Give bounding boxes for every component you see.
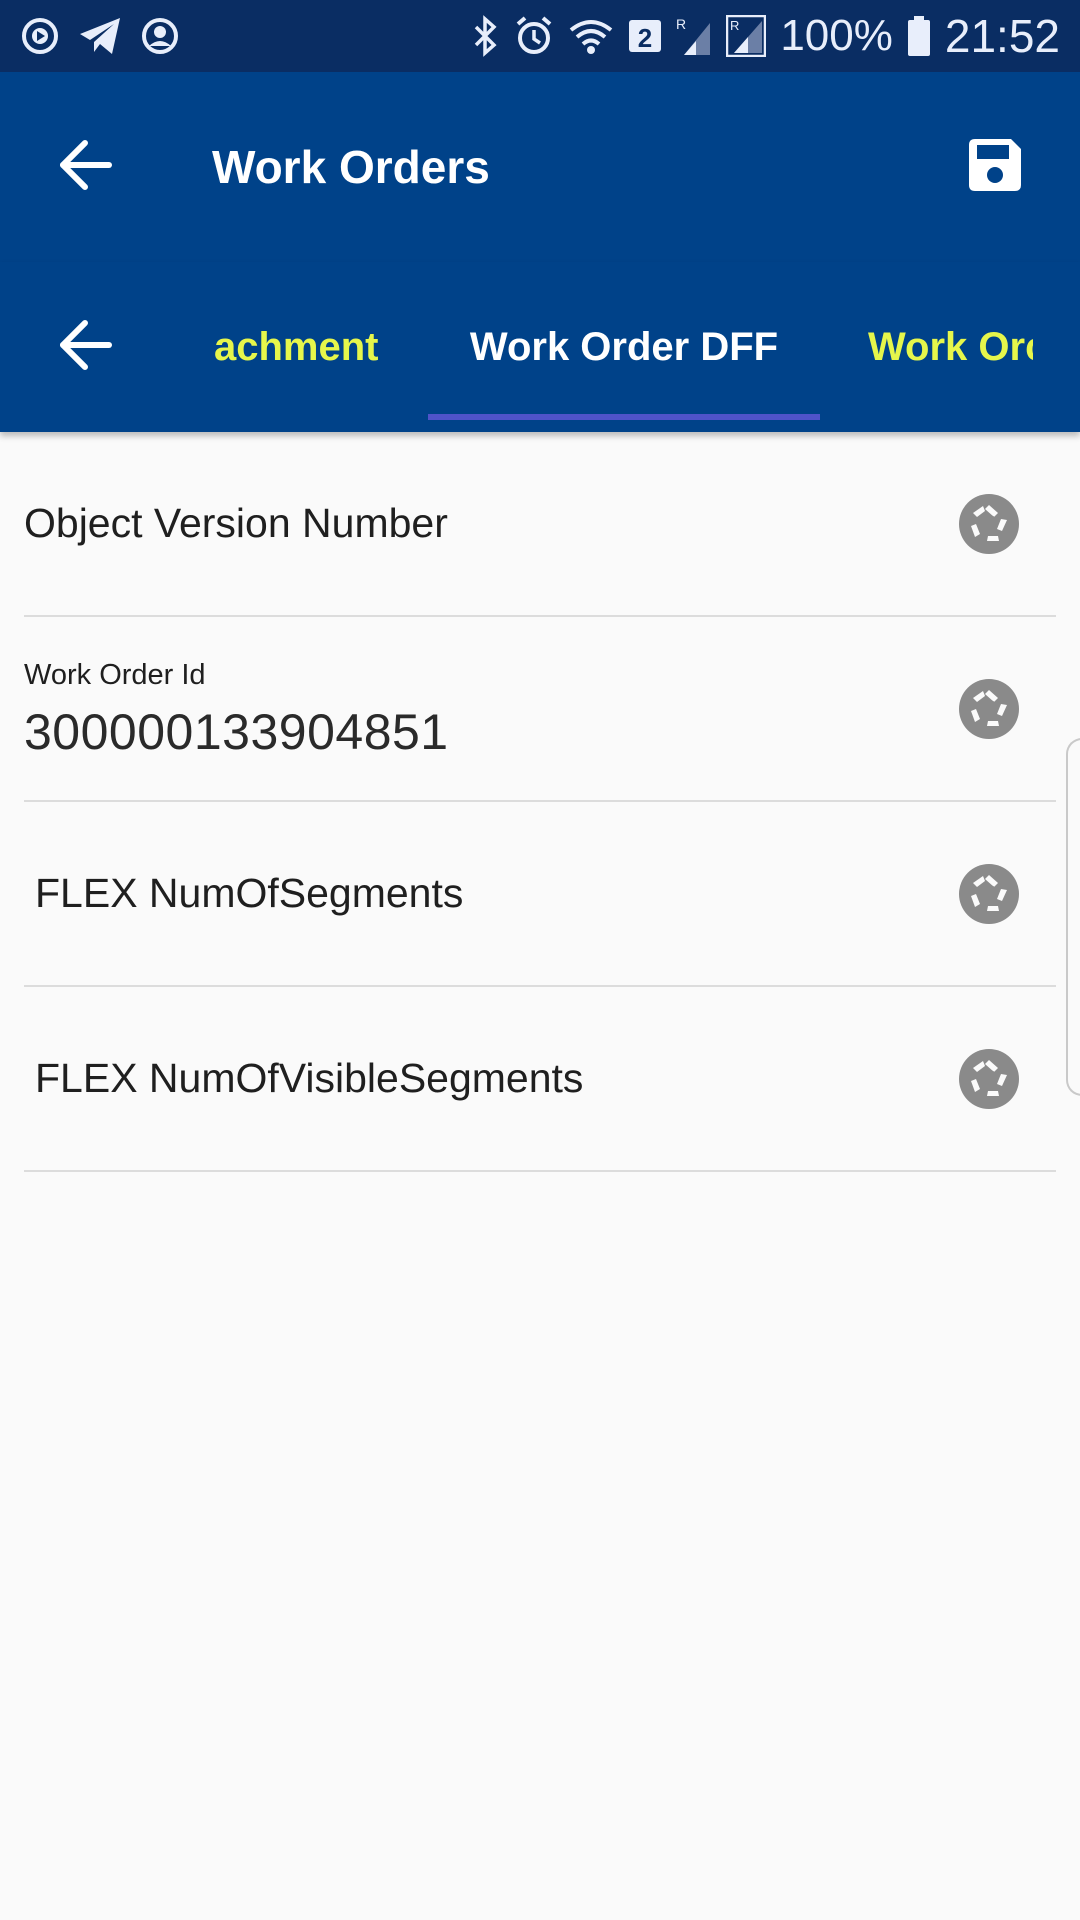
svg-text:R: R xyxy=(730,18,739,33)
camera-shutter-icon[interactable] xyxy=(958,1048,1020,1110)
camera-shutter-icon[interactable] xyxy=(958,863,1020,925)
camera-shutter-icon[interactable] xyxy=(958,493,1020,555)
bluetooth-icon xyxy=(470,15,500,57)
wifi-icon xyxy=(568,16,614,56)
field-label: Object Version Number xyxy=(24,500,448,546)
svg-text:R: R xyxy=(676,16,686,32)
list-item[interactable]: FLEX NumOfVisibleSegments xyxy=(24,987,1056,1172)
telegram-icon xyxy=(78,16,122,56)
field-list: Object Version Number Work Order Id 3000… xyxy=(0,432,1080,1172)
save-button[interactable] xyxy=(950,122,1040,212)
sim-2-icon: 2 xyxy=(628,16,662,56)
signal-icon: R xyxy=(726,15,767,57)
svg-text:2: 2 xyxy=(638,23,652,53)
list-item[interactable]: Work Order Id 300000133904851 xyxy=(24,617,1056,802)
arrow-left-icon xyxy=(57,319,113,376)
list-item[interactable]: FLEX NumOfSegments xyxy=(24,802,1056,987)
battery-percent: 100% xyxy=(780,11,893,60)
arrow-left-icon xyxy=(57,139,113,196)
active-tab-indicator xyxy=(428,414,820,420)
tab-bar: achment Work Order DFF Work Orc xyxy=(0,262,1080,432)
tab-scroll-back-button[interactable] xyxy=(40,302,130,392)
field-value: 300000133904851 xyxy=(24,704,449,760)
app-bar: Work Orders xyxy=(0,72,1080,262)
field-label: Work Order Id xyxy=(24,659,206,691)
battery-icon xyxy=(907,15,931,57)
tab-attachment[interactable]: achment xyxy=(214,262,379,432)
status-bar: 2 R R 100% 21:52 xyxy=(0,0,1080,72)
page-title: Work Orders xyxy=(212,141,490,193)
tab-work-order-dff[interactable]: Work Order DFF xyxy=(428,262,820,432)
play-circle-icon xyxy=(20,16,60,56)
edge-panel-handle[interactable] xyxy=(1066,738,1080,1096)
field-label: FLEX NumOfSegments xyxy=(35,870,464,916)
floppy-disk-icon xyxy=(967,137,1023,198)
alarm-icon xyxy=(514,15,554,57)
clock: 21:52 xyxy=(944,10,1060,62)
field-label: FLEX NumOfVisibleSegments xyxy=(35,1055,584,1101)
back-button[interactable] xyxy=(40,122,130,212)
signal-roaming-icon: R xyxy=(676,15,712,57)
tab-work-order[interactable]: Work Orc xyxy=(868,262,1033,432)
camera-shutter-icon[interactable] xyxy=(958,678,1020,740)
list-item[interactable]: Object Version Number xyxy=(24,432,1056,617)
account-circle-icon xyxy=(140,16,180,56)
